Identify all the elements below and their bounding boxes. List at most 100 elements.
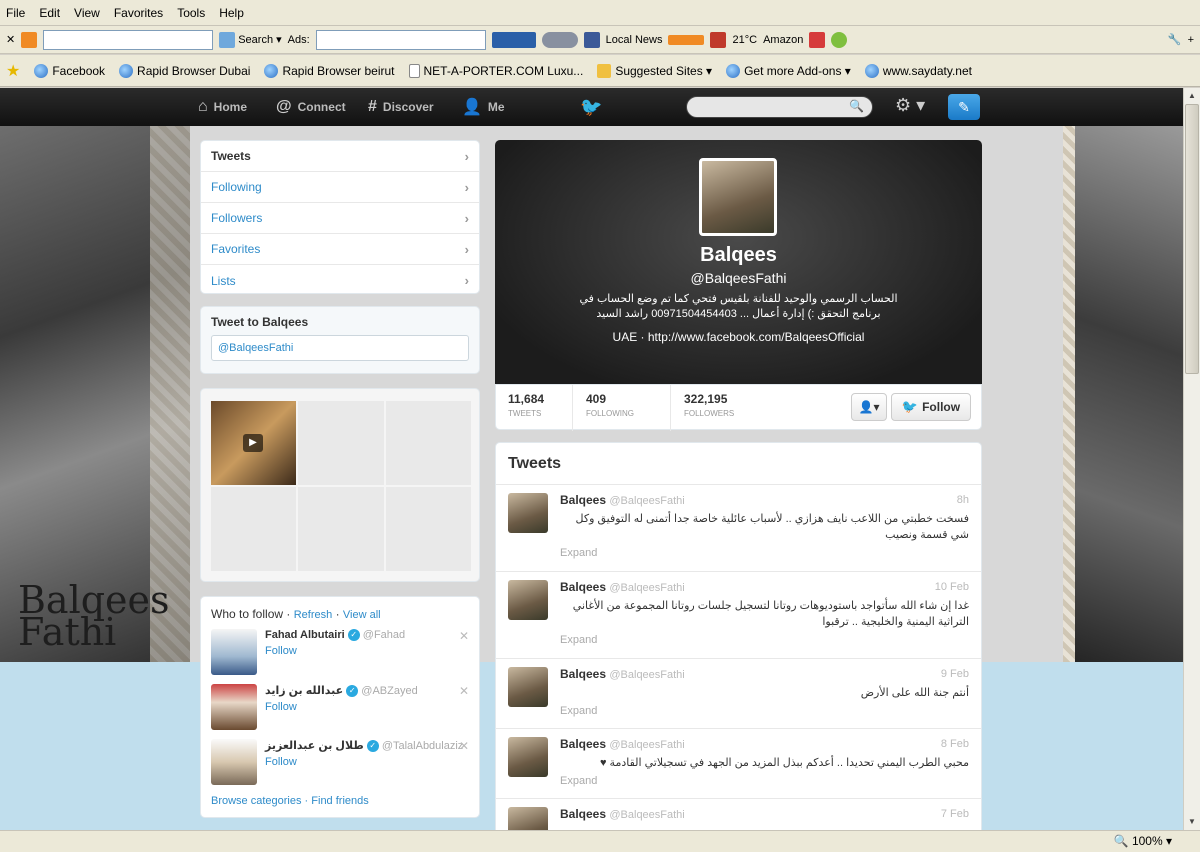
- follow-button[interactable]: 🐦 Follow: [891, 393, 971, 421]
- menu-file[interactable]: File: [6, 6, 25, 20]
- avatar[interactable]: [508, 580, 548, 620]
- profile-bio: الحساب الرسمي والوحيد للفنانة بلقيس فتحي…: [579, 293, 898, 320]
- follow-link[interactable]: Follow: [265, 701, 479, 713]
- tweet-author[interactable]: Balqees: [560, 493, 606, 507]
- view-all-link[interactable]: View all: [343, 609, 381, 621]
- avatar[interactable]: [211, 739, 257, 785]
- twitter-search-input[interactable]: 🔍: [686, 96, 873, 118]
- gear-icon[interactable]: ⚙ ▾: [895, 95, 925, 116]
- scroll-up-icon[interactable]: ▲: [1185, 89, 1199, 103]
- stat-tweets[interactable]: 11,684 TWEETS: [508, 392, 544, 418]
- pdf-icon[interactable]: [710, 31, 727, 48]
- tweet-author[interactable]: Balqees: [560, 580, 606, 594]
- tweet-expand[interactable]: Expand: [560, 634, 969, 646]
- fav-suggested-sites[interactable]: Suggested Sites ▾: [597, 63, 712, 78]
- tweet-expand[interactable]: Expand: [560, 775, 969, 787]
- messenger-icon[interactable]: [541, 31, 578, 48]
- facebook-icon[interactable]: [583, 31, 600, 48]
- twitter-bird-icon[interactable]: 🐦: [580, 97, 602, 118]
- dismiss-icon[interactable]: ✕: [459, 629, 469, 643]
- tweet-author[interactable]: Balqees: [560, 807, 606, 821]
- avatar[interactable]: [508, 493, 548, 533]
- menu-favorites[interactable]: Favorites: [114, 6, 163, 20]
- menu-help[interactable]: Help: [219, 6, 244, 20]
- tweet-item[interactable]: Balqees @BalqeesFathi 7 Feb: [496, 799, 981, 830]
- tweet-author[interactable]: Balqees: [560, 667, 606, 681]
- fav-rapid-beirut[interactable]: Rapid Browser beirut: [264, 63, 395, 78]
- compose-tweet-button[interactable]: ✎: [948, 94, 980, 120]
- close-icon[interactable]: ✕: [6, 33, 15, 46]
- tweet-time[interactable]: 8h: [957, 494, 969, 506]
- page-scrollbar[interactable]: ▲ ▼: [1183, 88, 1200, 830]
- temperature[interactable]: 21°C: [732, 34, 757, 46]
- tweet-author[interactable]: Balqees: [560, 737, 606, 751]
- browse-categories-link[interactable]: Browse categories: [211, 795, 302, 807]
- search-icon: 🔍: [849, 99, 864, 113]
- avatar[interactable]: [508, 667, 548, 707]
- sidebar-item-followers[interactable]: Followers ›: [201, 203, 479, 234]
- fav-rapid-dubai[interactable]: Rapid Browser Dubai: [119, 63, 250, 78]
- zoom-level[interactable]: 🔍 100% ▾: [1114, 834, 1172, 848]
- follow-link[interactable]: Follow: [265, 756, 479, 768]
- tweet-time[interactable]: 10 Feb: [935, 581, 969, 593]
- sidebar-item-following[interactable]: Following ›: [201, 172, 479, 203]
- tweet-time[interactable]: 7 Feb: [941, 808, 969, 820]
- sidebar-item-favorites[interactable]: Favorites ›: [201, 234, 479, 265]
- weather-widget-icon[interactable]: [491, 31, 536, 48]
- menu-edit[interactable]: Edit: [39, 6, 60, 20]
- tweet-item[interactable]: Balqees @BalqeesFathi 8h فسخت خطبتي من ا…: [496, 485, 981, 572]
- search-provider-icon[interactable]: [21, 31, 38, 48]
- suggestion-name[interactable]: طلال بن عبدالعزيز: [265, 740, 364, 752]
- amazon-link[interactable]: Amazon: [763, 34, 803, 46]
- local-news-link[interactable]: Local News: [606, 34, 663, 46]
- refresh-link[interactable]: Refresh: [294, 609, 333, 621]
- tweet-expand[interactable]: Expand: [560, 547, 969, 559]
- fav-net-a-porter[interactable]: NET-A-PORTER.COM Luxu...: [408, 63, 583, 78]
- stat-followers[interactable]: 322,195 FOLLOWERS: [684, 392, 734, 418]
- sidebar-item-tweets[interactable]: Tweets ›: [201, 141, 479, 172]
- tweet-item[interactable]: Balqees @BalqeesFathi 8 Feb محبي الطرب ا…: [496, 729, 981, 799]
- toolbar-search-button[interactable]: Search ▾: [219, 31, 282, 48]
- scrollbar-thumb[interactable]: [1185, 104, 1199, 374]
- stat-following[interactable]: 409 FOLLOWING: [586, 392, 634, 418]
- cb-icon[interactable]: [809, 31, 826, 48]
- menu-view[interactable]: View: [74, 6, 100, 20]
- dismiss-icon[interactable]: ✕: [459, 684, 469, 698]
- nav-connect[interactable]: @ Connect: [276, 88, 346, 126]
- fav-addons[interactable]: Get more Add-ons ▾: [726, 63, 851, 78]
- tweet-item[interactable]: Balqees @BalqeesFathi 10 Feb غدا إن شاء …: [496, 572, 981, 659]
- profile-location-url[interactable]: UAE · http://www.facebook.com/BalqeesOff…: [495, 330, 982, 344]
- user-actions-button[interactable]: 👤▾: [851, 393, 887, 421]
- tweet-expand[interactable]: Expand: [560, 705, 969, 717]
- fav-saydaty[interactable]: www.saydaty.net: [864, 63, 972, 78]
- favorites-star-icon[interactable]: ★: [6, 61, 20, 81]
- scroll-down-icon[interactable]: ▼: [1185, 815, 1199, 829]
- ads-input[interactable]: [315, 29, 486, 50]
- sidebar-item-lists[interactable]: Lists ›: [201, 265, 479, 296]
- find-friends-link[interactable]: Find friends: [311, 795, 368, 807]
- tweet-item[interactable]: Balqees @BalqeesFathi 9 Feb أنتم جنة الل…: [496, 659, 981, 729]
- dismiss-icon[interactable]: ✕: [459, 739, 469, 753]
- news-badge-icon[interactable]: [668, 34, 705, 45]
- tweet-to-input[interactable]: @BalqeesFathi: [211, 335, 469, 361]
- nav-me[interactable]: 👤 Me: [462, 88, 505, 126]
- nav-discover[interactable]: # Discover: [368, 88, 434, 126]
- profile-avatar[interactable]: [699, 158, 777, 236]
- add-tab-icon[interactable]: +: [1188, 34, 1194, 46]
- menu-tools[interactable]: Tools: [177, 6, 205, 20]
- suggestion-name[interactable]: Fahad Albutairi: [265, 629, 345, 641]
- media-thumbnail[interactable]: ▶: [211, 401, 297, 485]
- avatar[interactable]: [508, 737, 548, 777]
- tweet-time[interactable]: 8 Feb: [941, 738, 969, 750]
- suggestion-name[interactable]: عبدالله بن زايد: [265, 685, 343, 697]
- avatar[interactable]: [508, 807, 548, 830]
- addon-icon[interactable]: [831, 31, 848, 48]
- avatar[interactable]: [211, 684, 257, 730]
- wrench-icon[interactable]: 🔧: [1168, 33, 1182, 46]
- fav-facebook[interactable]: Facebook: [34, 63, 105, 78]
- nav-home[interactable]: ⌂ Home: [198, 88, 247, 126]
- toolbar-search-input[interactable]: [43, 29, 214, 50]
- avatar[interactable]: [211, 629, 257, 675]
- follow-link[interactable]: Follow: [265, 645, 479, 657]
- tweet-time[interactable]: 9 Feb: [941, 668, 969, 680]
